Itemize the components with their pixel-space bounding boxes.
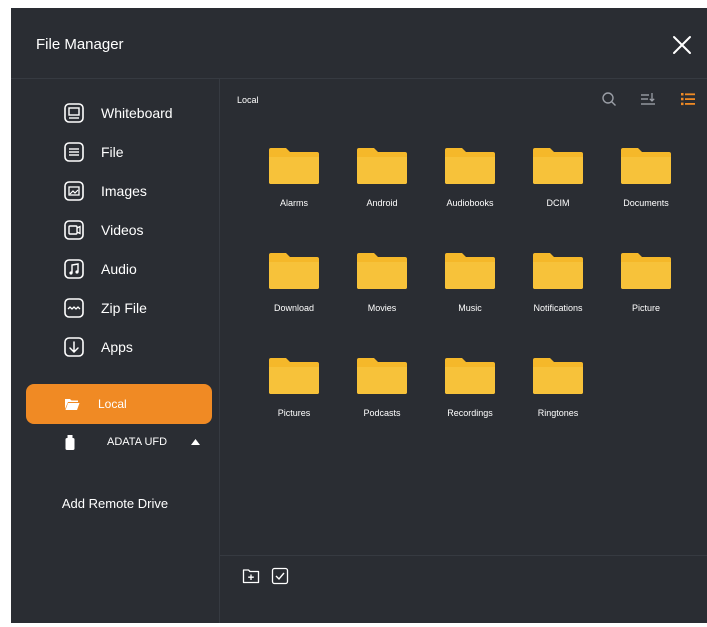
usb-drive-icon [65, 435, 75, 450]
folder-icon [621, 253, 671, 289]
sidebar-item-zip-file[interactable]: Zip File [63, 295, 147, 321]
folder-icon [357, 358, 407, 394]
folder-icon [269, 253, 319, 289]
folder-name: DCIM [546, 198, 570, 208]
folder-icon [445, 148, 495, 184]
folder-item[interactable]: Notifications [513, 253, 603, 343]
folder-item[interactable]: DCIM [513, 148, 603, 238]
sidebar-item-whiteboard[interactable]: Whiteboard [63, 100, 173, 126]
sidebar-item-apps[interactable]: Apps [63, 334, 133, 360]
whiteboard-icon [64, 103, 84, 123]
sort-icon[interactable] [640, 91, 656, 107]
folder-name: Pictures [277, 408, 311, 418]
folder-name: Android [366, 198, 398, 208]
folder-item[interactable]: Android [337, 148, 427, 238]
search-icon[interactable] [601, 91, 617, 107]
zip-file-icon [64, 298, 84, 318]
folder-name: Alarms [279, 198, 308, 208]
folder-item[interactable]: Movies [337, 253, 427, 343]
folder-icon [621, 148, 671, 184]
list-view-icon[interactable] [680, 91, 696, 107]
folder-item[interactable]: Pictures [249, 358, 339, 448]
caret-up-icon[interactable] [191, 439, 200, 445]
folder-item[interactable]: Picture [601, 253, 691, 343]
folder-icon [445, 358, 495, 394]
sidebar-item-label: Local [98, 397, 127, 411]
new-folder-icon[interactable] [242, 567, 260, 585]
main-panel: Local Alarms Android Audiobooks DCIM Doc… [220, 78, 707, 623]
folder-item[interactable]: Alarms [249, 148, 339, 238]
folder-name: Audiobooks [446, 198, 494, 208]
folder-icon [357, 148, 407, 184]
sidebar-item-label: Apps [101, 339, 133, 355]
folder-name: Movies [367, 303, 397, 313]
sidebar-item-label: ADATA UFD [107, 436, 168, 448]
sidebar-item-videos[interactable]: Videos [63, 217, 144, 243]
folder-name: Documents [623, 198, 669, 208]
folder-name: Picture [631, 303, 660, 313]
folder-name: Recordings [447, 408, 493, 418]
folder-icon [533, 358, 583, 394]
folder-icon [445, 253, 495, 289]
folder-icon [533, 253, 583, 289]
sidebar-item-label: Videos [101, 222, 144, 238]
folder-item[interactable]: Podcasts [337, 358, 427, 448]
audio-icon [64, 259, 84, 279]
folder-icon [533, 148, 583, 184]
folder-name: Music [458, 303, 482, 313]
folder-item[interactable]: Download [249, 253, 339, 343]
folder-item[interactable]: Audiobooks [425, 148, 515, 238]
sidebar-item-file[interactable]: File [63, 139, 124, 165]
folder-item[interactable]: Ringtones [513, 358, 603, 448]
folder-icon [269, 148, 319, 184]
sidebar-item-label: Zip File [101, 300, 147, 316]
sidebar-item-local[interactable]: Local [26, 384, 212, 424]
folder-icon [357, 253, 407, 289]
close-icon[interactable] [671, 34, 693, 56]
file-manager-window: File Manager Whiteboard File Images Vide… [11, 8, 707, 623]
sidebar-item-label: Images [101, 183, 147, 199]
bottom-toolbar [220, 555, 707, 624]
add-remote-drive-button[interactable]: Add Remote Drive [11, 496, 219, 511]
breadcrumb: Local [237, 95, 259, 105]
images-icon [64, 181, 84, 201]
sidebar-item-label: Audio [101, 261, 137, 277]
folder-name: Download [273, 303, 315, 313]
apps-icon [64, 337, 84, 357]
title-bar: File Manager [11, 8, 707, 79]
sidebar-item-usb-drive[interactable]: ADATA UFD [26, 430, 212, 456]
folder-icon [269, 358, 319, 394]
folder-name: Notifications [533, 303, 583, 313]
sidebar-item-audio[interactable]: Audio [63, 256, 137, 282]
file-icon [64, 142, 84, 162]
window-title: File Manager [36, 36, 124, 53]
select-checkbox-icon[interactable] [271, 567, 289, 585]
videos-icon [64, 220, 84, 240]
sidebar-item-label: File [101, 144, 124, 160]
folder-name: Podcasts [363, 408, 401, 418]
sidebar-item-images[interactable]: Images [63, 178, 147, 204]
sidebar: Whiteboard File Images Videos Audio Zip … [11, 78, 220, 623]
folder-item[interactable]: Recordings [425, 358, 515, 448]
sidebar-item-label: Whiteboard [101, 105, 173, 121]
folder-item[interactable]: Documents [601, 148, 691, 238]
folder-open-icon [65, 399, 80, 410]
folder-name: Ringtones [537, 408, 579, 418]
folder-item[interactable]: Music [425, 253, 515, 343]
